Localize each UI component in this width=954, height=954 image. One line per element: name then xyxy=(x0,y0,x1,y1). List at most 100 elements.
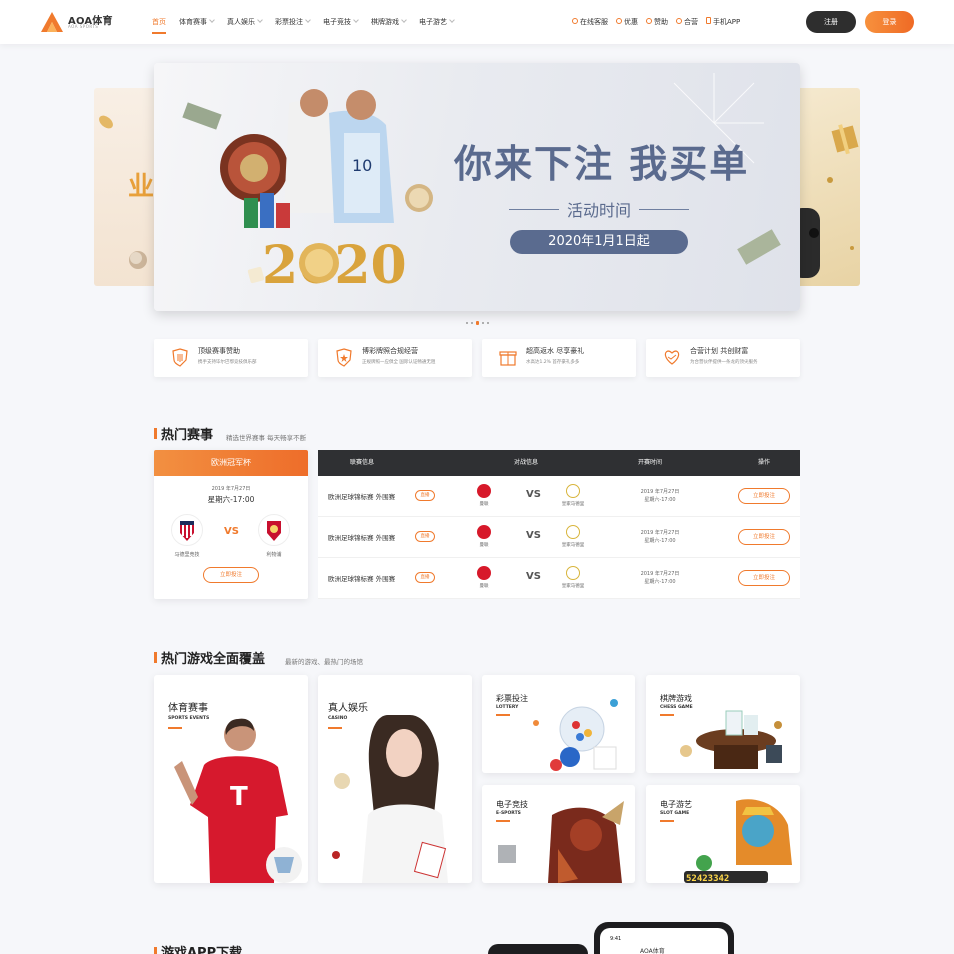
nav-label: 彩票投注 xyxy=(275,18,303,26)
shield-star-icon xyxy=(336,348,352,367)
nav-label: 首页 xyxy=(152,18,166,26)
league-name: 欧洲足球锦标赛 外围赛 xyxy=(328,493,396,501)
match-table: 联赛信息 对战信息 开赛时间 操作 欧洲足球锦标赛 外围赛 直播 曼联 VS 皇… xyxy=(318,450,800,599)
game-card-sports[interactable]: 体育赛事 SPORTS EVENTS T xyxy=(154,675,308,883)
util-sponsorship[interactable]: 赞助 xyxy=(646,0,668,44)
svg-text:10: 10 xyxy=(352,156,372,175)
shield-club-icon xyxy=(172,348,188,367)
login-button[interactable]: 登录 xyxy=(865,11,914,33)
slot-jackpot-text: 52423342 xyxy=(686,874,729,883)
hero-banner[interactable]: 10 2020 你来下注 我买单 活动时间 2020年1月1日起 xyxy=(154,63,800,311)
carousel-dot-active[interactable] xyxy=(476,321,479,325)
league-name: 欧洲足球锦标赛 外围赛 xyxy=(328,575,396,583)
game-card-slots[interactable]: 电子游艺 SLOT GAME 52423342 xyxy=(646,785,800,883)
nav-item-casino[interactable]: 真人娱乐 xyxy=(227,0,263,44)
vs-label: VS xyxy=(526,571,541,582)
game-card-chess[interactable]: 棋牌游戏 CHESS GAME xyxy=(646,675,800,773)
carousel-dot[interactable] xyxy=(466,322,468,324)
feature-license[interactable]: 博彩牌照合规经营 正规牌照一应俱全 国际认证畅通无阻 xyxy=(318,339,472,377)
nav-item-lottery[interactable]: 彩票投注 xyxy=(275,0,311,44)
table-row: 欧洲足球锦标赛 外围赛 直播 曼联 VS 皇家马德里 2019 年7月27日 星期… xyxy=(318,476,800,517)
column-header: 开赛时间 xyxy=(638,459,663,466)
feature-sponsorship[interactable]: 顶级赛事赞助 携手支持毕尔巴鄂竞技俱乐部 xyxy=(154,339,308,377)
section-title-app: 游戏APP下载 xyxy=(161,946,243,954)
register-button[interactable]: 注册 xyxy=(806,11,856,33)
util-customer-service[interactable]: 在线客服 xyxy=(572,0,608,44)
featured-match-card: 欧洲冠军杯 2019 年7月27日 星期六-17:00 VS 马德里竞技 利物浦… xyxy=(154,450,308,599)
nav-item-slots[interactable]: 电子游艺 xyxy=(419,0,455,44)
chevron-down-icon xyxy=(257,17,263,23)
away-team-name: 皇家马德里 xyxy=(561,502,585,507)
phone-icon xyxy=(706,17,711,24)
league-name: 欧洲足球锦标赛 外围赛 xyxy=(328,534,396,542)
atletico-crest-icon xyxy=(171,514,203,546)
game-card-title: 棋牌游戏 xyxy=(660,694,692,703)
lottery-ball-machine-image xyxy=(533,699,618,771)
util-mobile-app[interactable]: 手机APP xyxy=(706,0,740,44)
logo-subtitle: AOA SPORTS xyxy=(68,24,99,29)
carousel-dot[interactable] xyxy=(482,322,484,324)
carousel-dot[interactable] xyxy=(487,322,489,324)
carousel-next-slide[interactable] xyxy=(790,88,860,286)
real-madrid-crest-icon xyxy=(566,525,580,539)
real-madrid-crest-icon xyxy=(566,484,580,498)
game-card-casino[interactable]: 真人娱乐 CASINO xyxy=(318,675,472,883)
util-label: 赞助 xyxy=(654,18,668,26)
column-header: 联赛信息 xyxy=(350,459,375,466)
vs-label: VS xyxy=(526,530,541,541)
gift-box-image xyxy=(790,124,859,278)
game-card-subtitle: LOTTERY xyxy=(496,705,519,710)
bet-now-button[interactable]: 立即投注 xyxy=(738,488,790,504)
away-team-name: 皇家马德里 xyxy=(561,584,585,589)
feature-affiliate[interactable]: 合营计划 共创财富 为合营伙伴提供一条龙的顶尖服务 xyxy=(646,339,800,377)
gift-box-icon xyxy=(499,351,517,366)
nav-item-home[interactable]: 首页 xyxy=(152,0,166,44)
bet-now-button[interactable]: 立即投注 xyxy=(203,567,259,583)
handshake-heart-icon xyxy=(664,350,680,365)
match-datetime: 2019 年7月27日 星期六-17:00 xyxy=(628,570,692,586)
phone-mockup: 9:41 AOA体育 xyxy=(594,922,734,954)
featured-league: 欧洲冠军杯 xyxy=(154,450,308,476)
live-badge[interactable]: 直播 xyxy=(415,490,435,501)
prev-slide-text: 业 xyxy=(128,172,155,202)
feature-desc: 水高达1.2% 首存豪礼多多 xyxy=(526,360,580,365)
game-card-lottery[interactable]: 彩票投注 LOTTERY xyxy=(482,675,635,773)
accent-line xyxy=(660,714,674,716)
section-accent-bar xyxy=(154,428,157,439)
handshake-icon xyxy=(676,18,682,24)
chevron-down-icon xyxy=(305,17,311,23)
chevron-down-icon xyxy=(353,17,359,23)
table-row: 欧洲足球锦标赛 外围赛 直播 曼联 VS 皇家马德里 2019 年7月27日 星期… xyxy=(318,558,800,599)
bet-now-button[interactable]: 立即投注 xyxy=(738,529,790,545)
feature-title: 博彩牌照合规经营 xyxy=(362,347,418,355)
utility-links: 在线客服 优惠 赞助 合营 手机APP xyxy=(572,0,748,44)
feature-desc: 正规牌照一应俱全 国际认证畅通无阻 xyxy=(362,360,436,365)
live-badge[interactable]: 直播 xyxy=(415,531,435,542)
carousel-dot[interactable] xyxy=(471,322,473,324)
match-time: 星期六-17:00 xyxy=(644,497,676,503)
section-accent-bar xyxy=(154,947,157,954)
nav-item-sports[interactable]: 体育赛事 xyxy=(179,0,215,44)
feature-rebate[interactable]: 超高返水 尽享豪礼 水高达1.2% 首存豪礼多多 xyxy=(482,339,636,377)
logo-mark-icon xyxy=(41,12,63,32)
util-promotions[interactable]: 优惠 xyxy=(616,0,638,44)
game-card-esports[interactable]: 电子竞技 E-SPORTS xyxy=(482,785,635,883)
util-label: 合营 xyxy=(684,18,698,26)
live-badge[interactable]: 直播 xyxy=(415,572,435,583)
bet-now-button[interactable]: 立即投注 xyxy=(738,570,790,586)
phone-mockup-back xyxy=(488,944,588,954)
chevron-down-icon xyxy=(449,17,455,23)
match-time: 星期六-17:00 xyxy=(207,495,255,504)
nav-item-esports[interactable]: 电子竞技 xyxy=(323,0,359,44)
logo[interactable]: AOA体育 AOA SPORTS xyxy=(40,11,115,33)
feature-desc: 携手支持毕尔巴鄂竞技俱乐部 xyxy=(198,360,257,365)
match-time: 星期六-17:00 xyxy=(644,538,676,544)
man-utd-crest-icon xyxy=(477,525,491,539)
chevron-down-icon xyxy=(401,17,407,23)
column-header: 操作 xyxy=(758,459,771,466)
util-affiliate[interactable]: 合营 xyxy=(676,0,698,44)
match-date: 2019 年7月27日 xyxy=(640,489,680,495)
casino-hostess-image xyxy=(332,715,448,883)
feature-desc: 为合营伙伴提供一条龙的顶尖服务 xyxy=(690,360,758,365)
nav-item-chess[interactable]: 棋牌游戏 xyxy=(371,0,407,44)
